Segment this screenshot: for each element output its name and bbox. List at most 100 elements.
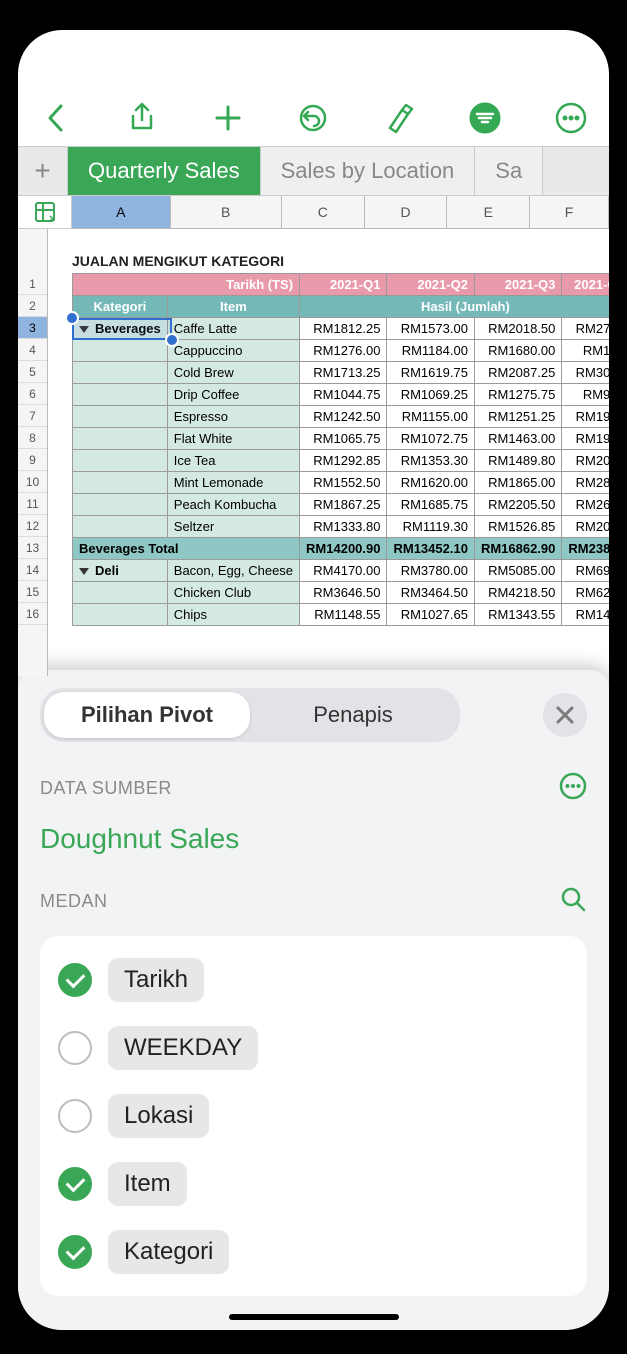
field-pill[interactable]: Item	[108, 1162, 187, 1206]
group-cell[interactable]	[73, 450, 168, 472]
value-cell[interactable]: RM1479	[562, 604, 609, 626]
value-cell[interactable]: RM1155.00	[387, 406, 474, 428]
disclosure-icon[interactable]	[79, 568, 89, 575]
row-header[interactable]: 9	[18, 449, 47, 471]
item-cell[interactable]: Espresso	[167, 406, 299, 428]
item-cell[interactable]: Seltzer	[167, 516, 299, 538]
group-cell[interactable]	[73, 516, 168, 538]
col-header-A[interactable]: A	[72, 196, 171, 228]
row-header[interactable]: 16	[18, 603, 47, 625]
value-cell[interactable]: RM1148.55	[300, 604, 387, 626]
item-cell[interactable]: Chicken Club	[167, 582, 299, 604]
value-cell[interactable]: RM1275.75	[474, 384, 561, 406]
value-cell[interactable]: RM2063	[562, 450, 609, 472]
value-cell[interactable]: RM1552.50	[300, 472, 387, 494]
filter-button[interactable]	[465, 98, 505, 138]
value-cell[interactable]: RM1184.00	[387, 340, 474, 362]
row-header[interactable]: 1	[18, 273, 47, 295]
group-cell[interactable]	[73, 604, 168, 626]
row-header[interactable]: 2	[18, 295, 47, 317]
row-header[interactable]: 6	[18, 383, 47, 405]
group-cell[interactable]	[73, 428, 168, 450]
home-indicator[interactable]	[229, 1314, 399, 1320]
value-cell[interactable]: RM1027.65	[387, 604, 474, 626]
select-all-corner[interactable]	[18, 196, 72, 229]
item-cell[interactable]: Mint Lemonade	[167, 472, 299, 494]
row-headers[interactable]: 1 2 3 4 5 6 7 8 9 10 11 12 13 14 15 16	[18, 229, 48, 676]
row-header[interactable]: 4	[18, 339, 47, 361]
column-headers[interactable]: A B C D E F	[72, 196, 609, 229]
row-header[interactable]: 11	[18, 493, 47, 515]
group-cell[interactable]: Beverages	[73, 318, 168, 340]
item-cell[interactable]: Caffe Latte	[167, 318, 299, 340]
value-cell[interactable]: RM954	[562, 384, 609, 406]
group-cell[interactable]	[73, 406, 168, 428]
field-row[interactable]: Item	[58, 1154, 569, 1214]
value-cell[interactable]: RM3780.00	[387, 560, 474, 582]
col-header-C[interactable]: C	[282, 196, 365, 228]
field-checkbox[interactable]	[58, 1099, 92, 1133]
value-cell[interactable]: RM1276.00	[300, 340, 387, 362]
item-cell[interactable]: Flat White	[167, 428, 299, 450]
value-cell[interactable]: RM3022	[562, 362, 609, 384]
value-cell[interactable]: RM1069.25	[387, 384, 474, 406]
spreadsheet[interactable]: A B C D E F 1 2 3 4 5 6 7 8 9 10 11 12 1…	[18, 196, 609, 676]
group-cell[interactable]: Deli	[73, 560, 168, 582]
value-cell[interactable]: RM1119.30	[387, 516, 474, 538]
format-button[interactable]	[379, 98, 419, 138]
col-header-B[interactable]: B	[171, 196, 282, 228]
value-cell[interactable]: RM180	[562, 340, 609, 362]
item-cell[interactable]: Cappuccino	[167, 340, 299, 362]
field-checkbox[interactable]	[58, 963, 92, 997]
value-cell[interactable]: RM1343.55	[474, 604, 561, 626]
segmented-control[interactable]: Pilihan Pivot Penapis	[40, 688, 460, 742]
value-cell[interactable]: RM1463.00	[474, 428, 561, 450]
field-pill[interactable]: WEEKDAY	[108, 1026, 258, 1070]
pivot-table[interactable]: Tarikh (TS) 2021-Q1 2021-Q2 2021-Q3 2021…	[72, 273, 609, 626]
disclosure-icon[interactable]	[79, 326, 89, 333]
group-cell[interactable]	[73, 582, 168, 604]
row-header[interactable]: 13	[18, 537, 47, 559]
item-cell[interactable]: Ice Tea	[167, 450, 299, 472]
row-header[interactable]: 5	[18, 361, 47, 383]
value-cell[interactable]: RM6221	[562, 582, 609, 604]
value-cell[interactable]: RM4218.50	[474, 582, 561, 604]
value-cell[interactable]: RM1619.75	[387, 362, 474, 384]
field-checkbox[interactable]	[58, 1235, 92, 1269]
undo-button[interactable]	[293, 98, 333, 138]
more-button[interactable]	[551, 98, 591, 138]
value-cell[interactable]: RM1065.75	[300, 428, 387, 450]
add-sheet-button[interactable]: +	[18, 147, 68, 195]
value-cell[interactable]: RM1292.85	[300, 450, 387, 472]
value-cell[interactable]: RM3464.50	[387, 582, 474, 604]
value-cell[interactable]: RM1072.75	[387, 428, 474, 450]
row-header[interactable]: 3	[18, 317, 47, 339]
field-row[interactable]: Kategori	[58, 1222, 569, 1282]
value-cell[interactable]: RM6991	[562, 560, 609, 582]
total-cell[interactable]: RM23801	[562, 538, 609, 560]
group-cell[interactable]	[73, 494, 168, 516]
group-cell[interactable]	[73, 472, 168, 494]
row-header[interactable]: 15	[18, 581, 47, 603]
group-cell[interactable]	[73, 362, 168, 384]
segment-filters[interactable]: Penapis	[250, 692, 456, 738]
field-pill[interactable]: Tarikh	[108, 958, 204, 1002]
add-button[interactable]	[208, 98, 248, 138]
row-header[interactable]: 14	[18, 559, 47, 581]
field-checkbox[interactable]	[58, 1031, 92, 1065]
value-cell[interactable]: RM2096	[562, 516, 609, 538]
segment-pivot-options[interactable]: Pilihan Pivot	[44, 692, 250, 738]
value-cell[interactable]: RM1685.75	[387, 494, 474, 516]
value-cell[interactable]: RM1044.75	[300, 384, 387, 406]
row-header[interactable]: 8	[18, 427, 47, 449]
row-header[interactable]: 10	[18, 471, 47, 493]
item-cell[interactable]: Drip Coffee	[167, 384, 299, 406]
item-cell[interactable]: Peach Kombucha	[167, 494, 299, 516]
field-row[interactable]: Tarikh	[58, 950, 569, 1010]
value-cell[interactable]: RM1680.00	[474, 340, 561, 362]
col-header-D[interactable]: D	[365, 196, 448, 228]
field-pill[interactable]: Kategori	[108, 1230, 229, 1274]
row-header[interactable]: 7	[18, 405, 47, 427]
value-cell[interactable]: RM1333.80	[300, 516, 387, 538]
value-cell[interactable]: RM1921	[562, 428, 609, 450]
